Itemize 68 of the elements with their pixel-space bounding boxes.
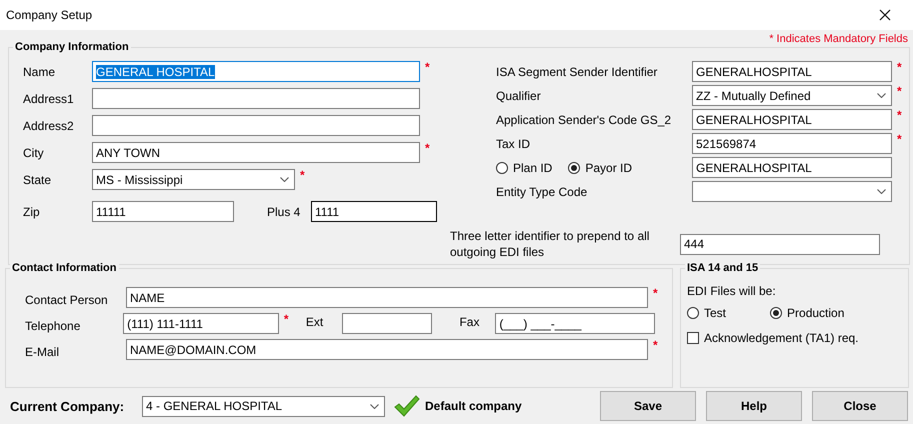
text-field[interactable]: GENERALHOSPITAL (692, 61, 892, 82)
text-field[interactable]: NAME (126, 287, 648, 308)
field-label: E-Mail (25, 344, 60, 358)
required-mark: * (896, 133, 903, 145)
required-mark: * (424, 142, 431, 154)
required-mark: * (299, 169, 306, 181)
text-field[interactable]: GENERAL HOSPITAL (92, 61, 420, 82)
required-mark: * (424, 61, 431, 73)
required-mark: * (652, 339, 659, 351)
chevron-icon (877, 189, 886, 194)
radio-button[interactable]: Plan ID (496, 160, 552, 174)
text-field[interactable]: GENERALHOSPITAL (692, 157, 892, 178)
field-label: State (23, 172, 52, 186)
field-label: ISA Segment Sender Identifier (496, 64, 658, 78)
field-label: Address1 (23, 92, 75, 106)
field-label: Three letter identifier to prepend to all outgoing EDI files (450, 228, 650, 260)
current-company-label: Current Company: (10, 398, 126, 414)
dropdown[interactable]: MS - Mississippi (92, 169, 295, 190)
text-field[interactable]: 11111 (92, 201, 234, 222)
text-field[interactable] (342, 313, 432, 334)
close-icon[interactable] (879, 9, 891, 21)
dialog-button[interactable]: Help (706, 391, 802, 421)
field-label: Ext (306, 314, 324, 330)
text-field[interactable]: 1111 (311, 201, 437, 222)
dropdown[interactable]: ZZ - Mutually Defined (692, 85, 892, 106)
company-dropdown[interactable]: 4 - GENERAL HOSPITAL (142, 396, 385, 416)
text-field[interactable]: GENERALHOSPITAL (692, 109, 892, 130)
text-field[interactable] (92, 88, 420, 109)
text-field[interactable]: 444 (680, 234, 880, 254)
text-field[interactable]: (___) ___-____ (495, 313, 655, 334)
field-label: Telephone (25, 318, 82, 332)
required-mark: * (896, 61, 903, 73)
text-field[interactable]: ANY TOWN (92, 142, 420, 163)
text-field[interactable]: 521569874 (692, 133, 892, 154)
required-mark: * (896, 85, 903, 97)
mandatory-note: * Indicates Mandatory Fields (769, 32, 908, 44)
dropdown[interactable] (692, 181, 892, 202)
field-label: Application Sender's Code GS_2 (496, 112, 672, 126)
default-company-note: Default company (425, 399, 522, 413)
window-title: Company Setup (6, 8, 92, 22)
checkmark-icon (394, 395, 420, 417)
required-mark: * (652, 287, 659, 299)
field-label: Name (23, 64, 56, 78)
text-field[interactable]: NAME@DOMAIN.COM (126, 339, 648, 360)
field-label: Tax ID (496, 136, 532, 150)
field-label: Plus 4 (267, 204, 302, 218)
radio-button[interactable]: Test (687, 304, 726, 322)
checkbox[interactable]: Acknowledgement (TA1) req. (687, 331, 908, 345)
field-label: Fax (459, 314, 480, 330)
text-field[interactable] (92, 115, 420, 136)
dialog-button[interactable]: Close (812, 391, 908, 421)
group-title: Company Information (13, 40, 131, 54)
field-label: Zip (23, 204, 41, 218)
text-field[interactable]: (111) 111-1111 (123, 313, 279, 334)
field-label: Contact Person (25, 292, 109, 306)
radio-button[interactable]: Production (770, 304, 844, 322)
prompt-text: EDI Files will be: (687, 283, 777, 300)
field-label: Address2 (23, 118, 75, 132)
dialog-button[interactable]: Save (600, 391, 696, 421)
required-mark: * (896, 109, 903, 121)
chevron-icon (370, 404, 379, 408)
field-label: Entity Type Code (496, 184, 588, 198)
required-mark: * (282, 313, 290, 325)
chevron-icon (877, 93, 886, 98)
chevron-icon (280, 177, 289, 182)
field-label: City (23, 146, 45, 160)
radio-button[interactable]: Payor ID (568, 160, 632, 174)
field-label: Qualifier (496, 88, 542, 102)
